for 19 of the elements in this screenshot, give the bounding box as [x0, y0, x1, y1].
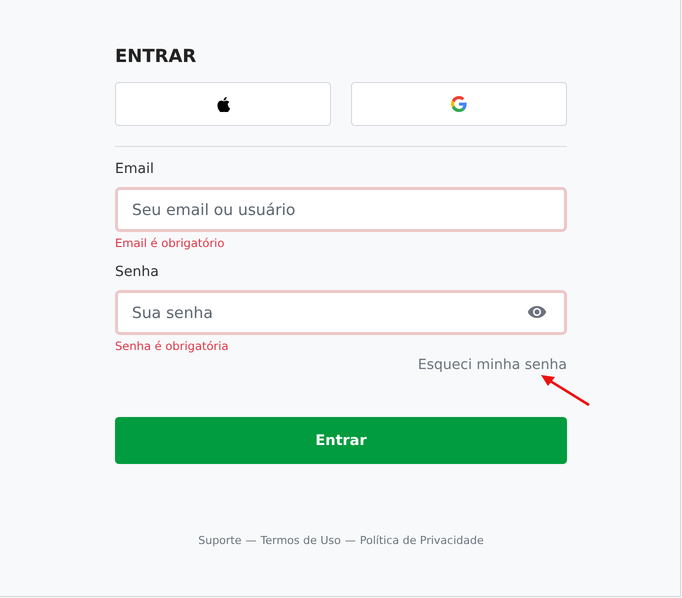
error-message: Email é obrigatório: [115, 236, 226, 250]
google-sign-in-button[interactable]: [351, 82, 567, 126]
apple-sign-in-button[interactable]: [115, 82, 331, 126]
password-field[interactable]: Sua senha: [115, 290, 567, 335]
submit-button[interactable]: Entrar: [115, 417, 567, 464]
field-label: Email: [115, 160, 155, 179]
footer-link[interactable]: Termos de Uso: [260, 534, 341, 547]
footer-link[interactable]: Suporte: [198, 534, 242, 547]
separator: —: [344, 534, 356, 547]
apple-icon: [216, 96, 230, 112]
error-message: Senha é obrigatória: [115, 339, 230, 353]
separator: —: [246, 534, 257, 547]
form-title: ENTRAR: [115, 46, 198, 68]
email-field[interactable]: Seu email ou usuário: [115, 187, 567, 232]
eye-icon[interactable]: [527, 305, 547, 319]
field-label: Senha: [115, 263, 160, 282]
forgot-password-link[interactable]: Esqueci minha senha: [418, 357, 567, 375]
google-icon: [451, 96, 467, 112]
footer-link[interactable]: Política de Privacidade: [360, 534, 484, 547]
